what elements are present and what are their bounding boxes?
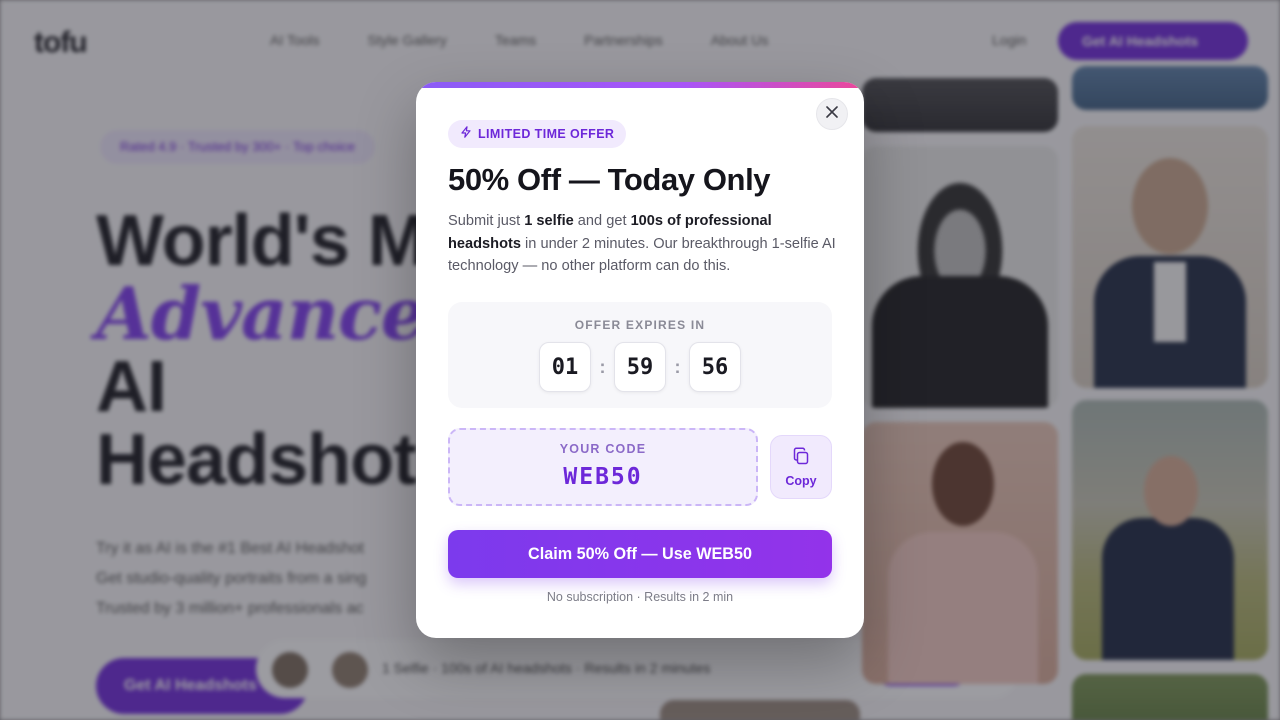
lightning-icon xyxy=(460,125,472,143)
desc-bold: 1 selfie xyxy=(524,213,574,229)
modal-description: Submit just 1 selfie and get 100s of pro… xyxy=(448,210,840,278)
copy-icon xyxy=(791,446,811,471)
claim-offer-button[interactable]: Claim 50% Off — Use WEB50 xyxy=(448,530,832,578)
timer-separator: : xyxy=(674,356,681,377)
timer-separator: : xyxy=(599,356,606,377)
timer-label: OFFER EXPIRES IN xyxy=(574,318,706,332)
copy-code-button[interactable]: Copy xyxy=(770,435,832,499)
countdown-timer: OFFER EXPIRES IN 01 : 59 : 56 xyxy=(448,302,832,408)
modal-title: 50% Off — Today Only xyxy=(448,162,771,197)
modal-footnote: No subscription · Results in 2 min xyxy=(546,590,734,604)
promo-code-value: WEB50 xyxy=(563,464,643,490)
timer-seconds: 56 xyxy=(689,342,741,392)
modal-gradient-bar xyxy=(416,82,864,88)
promo-code-box: YOUR CODE WEB50 xyxy=(448,428,758,506)
badge-label: LIMITED TIME OFFER xyxy=(478,127,615,141)
timer-digits: 01 : 59 : 56 xyxy=(448,342,832,392)
timer-minutes: 59 xyxy=(614,342,666,392)
desc-text: Submit just xyxy=(448,213,525,229)
offer-modal: LIMITED TIME OFFER 50% Off — Today Only … xyxy=(416,82,864,638)
limited-offer-badge: LIMITED TIME OFFER xyxy=(448,120,627,148)
desc-text: and get xyxy=(573,213,631,229)
close-icon xyxy=(826,105,838,123)
close-button[interactable] xyxy=(816,98,848,130)
copy-button-label: Copy xyxy=(785,474,817,488)
promo-code-label: YOUR CODE xyxy=(559,442,647,456)
timer-hours: 01 xyxy=(539,342,591,392)
